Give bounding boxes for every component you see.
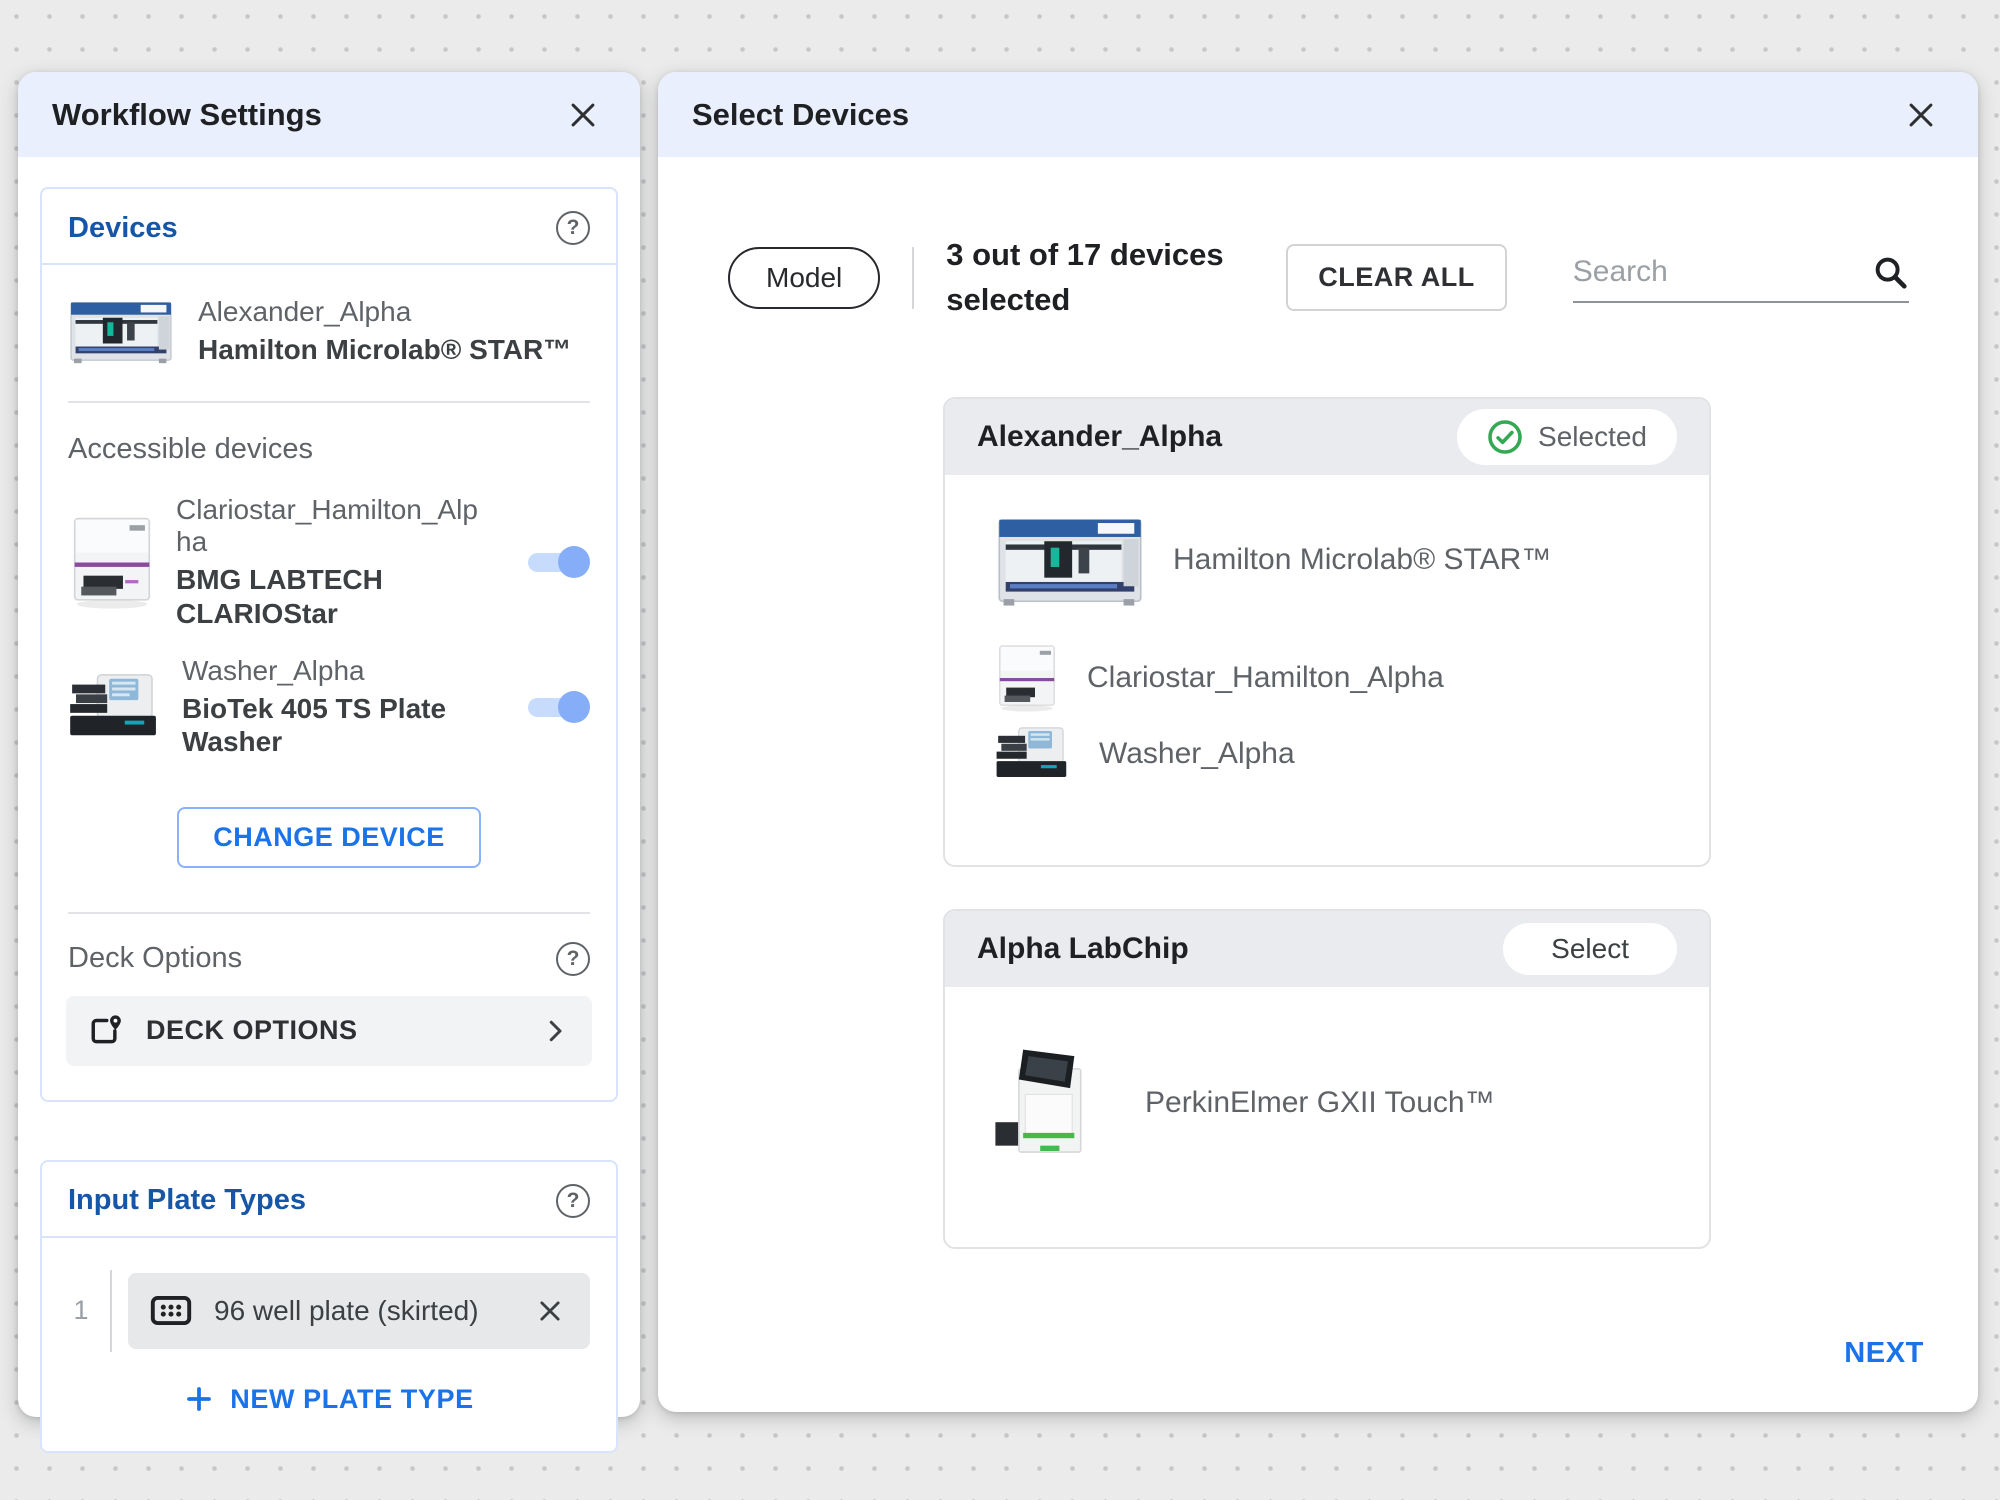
workflow-settings-title: Workflow Settings bbox=[52, 97, 322, 133]
next-button[interactable]: NEXT bbox=[1844, 1337, 1924, 1370]
divider bbox=[912, 247, 914, 309]
group-header: Alexander_Alpha Selected bbox=[945, 399, 1709, 475]
washer-image bbox=[995, 723, 1071, 785]
chevron-right-icon bbox=[540, 1016, 570, 1046]
group-title: Alpha LabChip bbox=[977, 932, 1189, 966]
clariostar-image bbox=[995, 641, 1059, 715]
toggle-washer[interactable] bbox=[526, 690, 590, 724]
washer-text: Washer_Alpha BioTek 405 TS Plate Washer bbox=[182, 655, 490, 759]
new-plate-type-label: NEW PLATE TYPE bbox=[230, 1384, 473, 1415]
select-devices-header: Select Devices bbox=[658, 72, 1978, 157]
search-field bbox=[1573, 253, 1909, 303]
group-body: Hamilton Microlab® STAR™ Clariostar_Hami… bbox=[945, 475, 1709, 865]
hamilton-star-image bbox=[68, 295, 174, 367]
input-plate-types-title: Input Plate Types bbox=[68, 1184, 306, 1217]
devices-section-header: Devices ? bbox=[42, 189, 616, 265]
accessible-device-row-clariostar: Clariostar_Hamilton_Alpha BMG LABTECH CL… bbox=[42, 482, 616, 643]
deck-options-header: Deck Options ? bbox=[42, 914, 616, 994]
clariostar-name: Clariostar_Hamilton_Alpha bbox=[176, 494, 484, 558]
deck-options-button[interactable]: DECK OPTIONS bbox=[66, 996, 592, 1066]
workflow-settings-panel: Workflow Settings Devices ? bbox=[18, 72, 640, 1417]
group-device-label: Hamilton Microlab® STAR™ bbox=[1173, 543, 1551, 577]
plus-icon bbox=[184, 1384, 214, 1414]
group-device-label: Washer_Alpha bbox=[1099, 737, 1295, 771]
select-devices-title: Select Devices bbox=[692, 97, 909, 133]
washer-name: Washer_Alpha bbox=[182, 655, 490, 687]
help-icon[interactable]: ? bbox=[556, 211, 590, 245]
primary-device-name: Alexander_Alpha bbox=[198, 296, 571, 328]
select-button[interactable]: Select bbox=[1503, 923, 1677, 975]
clariostar-text: Clariostar_Hamilton_Alpha BMG LABTECH CL… bbox=[176, 494, 484, 631]
plate-type-row: 1 96 well plate (skirted) bbox=[42, 1238, 616, 1358]
washer-image bbox=[68, 669, 162, 745]
plate-type-chip[interactable]: 96 well plate (skirted) bbox=[128, 1273, 590, 1349]
select-devices-panel: Select Devices Model 3 out of 17 devices… bbox=[658, 72, 1978, 1412]
deck-options-icon bbox=[88, 1013, 124, 1049]
deck-options-button-label: DECK OPTIONS bbox=[146, 1015, 518, 1046]
input-plate-types-header: Input Plate Types ? bbox=[42, 1162, 616, 1238]
divider bbox=[110, 1270, 112, 1352]
model-filter-chip[interactable]: Model bbox=[728, 247, 880, 309]
plate-row-index: 1 bbox=[68, 1295, 94, 1326]
perkinelmer-gxii-image bbox=[989, 1043, 1117, 1163]
deck-options-label: Deck Options bbox=[68, 942, 242, 975]
toggle-thumb bbox=[558, 546, 590, 578]
input-plate-types-section: Input Plate Types ? 1 96 well plate (ski… bbox=[40, 1160, 618, 1453]
hamilton-star-image bbox=[995, 509, 1145, 611]
device-group-alexander-alpha: Alexander_Alpha Selected bbox=[943, 397, 1711, 867]
new-plate-type-button[interactable]: NEW PLATE TYPE bbox=[184, 1384, 473, 1415]
group-title: Alexander_Alpha bbox=[977, 420, 1222, 454]
washer-model: BioTek 405 TS Plate Washer bbox=[182, 692, 490, 759]
close-icon[interactable] bbox=[562, 94, 604, 136]
help-icon[interactable]: ? bbox=[556, 1184, 590, 1218]
change-device-button[interactable]: CHANGE DEVICE bbox=[177, 807, 481, 868]
accessible-devices-label: Accessible devices bbox=[42, 403, 616, 482]
group-device-row: Washer_Alpha bbox=[995, 723, 1679, 785]
accessible-device-row-washer: Washer_Alpha BioTek 405 TS Plate Washer bbox=[42, 643, 616, 771]
group-device-row: Clariostar_Hamilton_Alpha bbox=[995, 641, 1679, 715]
select-devices-toolbar: Model 3 out of 17 devices selected CLEAR… bbox=[728, 233, 1978, 323]
primary-device-model: Hamilton Microlab® STAR™ bbox=[198, 333, 571, 367]
clariostar-model: BMG LABTECH CLARIOStar bbox=[176, 563, 484, 630]
group-device-row: Hamilton Microlab® STAR™ bbox=[995, 509, 1679, 611]
search-input[interactable] bbox=[1573, 255, 1871, 289]
toggle-clariostar[interactable] bbox=[526, 545, 590, 579]
primary-device-row: Alexander_Alpha Hamilton Microlab® STAR™ bbox=[42, 265, 616, 401]
group-body: PerkinElmer GXII Touch™ bbox=[945, 987, 1709, 1247]
check-circle-icon bbox=[1487, 419, 1523, 455]
toggle-thumb bbox=[558, 691, 590, 723]
group-device-label: Clariostar_Hamilton_Alpha bbox=[1087, 661, 1444, 695]
plate-type-label: 96 well plate (skirted) bbox=[214, 1295, 510, 1327]
clear-all-button[interactable]: CLEAR ALL bbox=[1286, 244, 1506, 311]
remove-plate-icon[interactable] bbox=[532, 1293, 568, 1329]
group-header: Alpha LabChip Select bbox=[945, 911, 1709, 987]
group-device-label: PerkinElmer GXII Touch™ bbox=[1145, 1086, 1495, 1120]
workflow-settings-header: Workflow Settings bbox=[18, 72, 640, 157]
devices-section-title: Devices bbox=[68, 212, 178, 245]
close-icon[interactable] bbox=[1900, 94, 1942, 136]
selected-badge[interactable]: Selected bbox=[1457, 409, 1677, 465]
workflow-settings-body: Devices ? bbox=[18, 157, 640, 1453]
group-device-row: PerkinElmer GXII Touch™ bbox=[989, 1043, 1679, 1163]
selected-badge-label: Selected bbox=[1538, 421, 1647, 453]
microplate-icon bbox=[150, 1295, 192, 1326]
search-icon[interactable] bbox=[1871, 253, 1909, 291]
device-group-alpha-labchip: Alpha LabChip Select PerkinElmer GXII bbox=[943, 909, 1711, 1249]
devices-section: Devices ? bbox=[40, 187, 618, 1102]
clariostar-image bbox=[68, 512, 156, 613]
primary-device-text: Alexander_Alpha Hamilton Microlab® STAR™ bbox=[198, 296, 571, 367]
selection-summary: 3 out of 17 devices selected bbox=[946, 233, 1246, 323]
help-icon[interactable]: ? bbox=[556, 942, 590, 976]
